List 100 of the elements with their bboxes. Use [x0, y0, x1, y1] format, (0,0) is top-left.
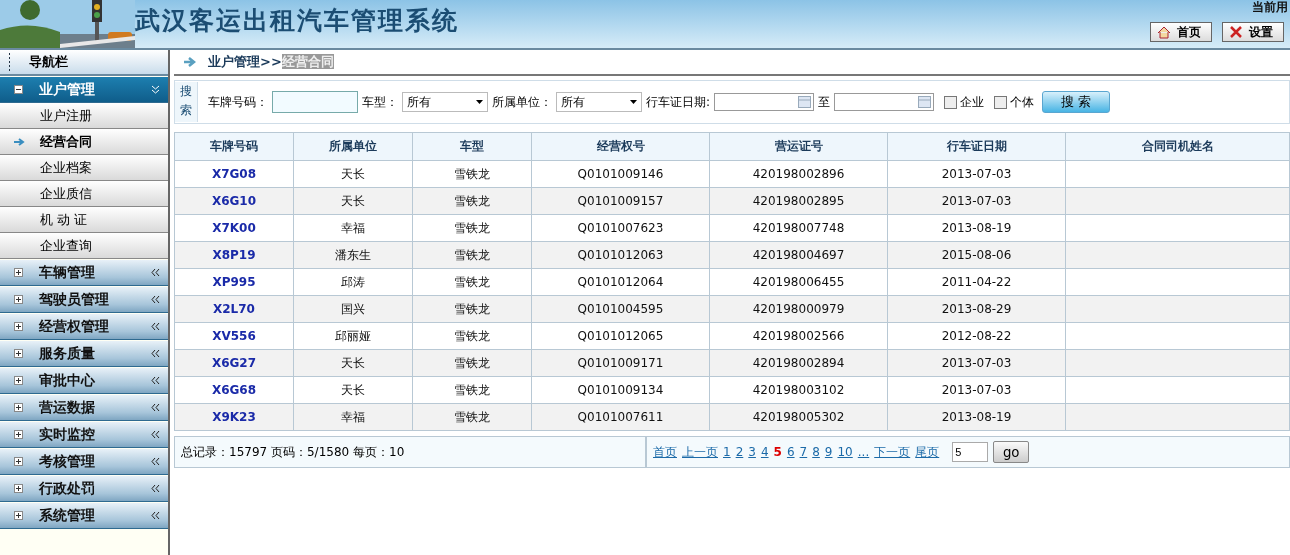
- page-link[interactable]: 1: [723, 445, 731, 459]
- checkbox[interactable]: [994, 95, 1008, 109]
- table-cell: 2013-07-03: [887, 187, 1066, 215]
- table-cell: 雪铁龙: [412, 322, 532, 350]
- page-link[interactable]: 上一页: [682, 443, 718, 461]
- nav-group[interactable]: 系统管理: [0, 503, 168, 529]
- table-cell[interactable]: X9K23: [174, 403, 294, 431]
- table-cell: 雪铁龙: [412, 241, 532, 269]
- chevron-left-icon: [151, 295, 160, 304]
- table-cell[interactable]: X6G10: [174, 187, 294, 215]
- table-cell: 雪铁龙: [412, 160, 532, 188]
- home-button[interactable]: 首页: [1150, 22, 1212, 42]
- column-header: 合同司机姓名: [1065, 132, 1290, 161]
- table-cell[interactable]: X7G08: [174, 160, 294, 188]
- table-cell: 420198007748: [709, 214, 888, 242]
- chevron-left-icon: [151, 349, 160, 358]
- nav-group[interactable]: 行政处罚: [0, 476, 168, 502]
- column-header: 所属单位: [293, 132, 413, 161]
- settings-button[interactable]: 设置: [1222, 22, 1284, 42]
- table-cell: 2013-08-19: [887, 214, 1066, 242]
- table-cell: 幸福: [293, 214, 413, 242]
- table-cell[interactable]: X6G68: [174, 376, 294, 404]
- table-cell[interactable]: X8P19: [174, 241, 294, 269]
- nav-item[interactable]: 经营合同: [0, 129, 168, 155]
- table-cell: 国兴: [293, 295, 413, 323]
- nav-group[interactable]: 业户管理: [0, 77, 168, 103]
- checkbox[interactable]: [944, 95, 958, 109]
- nav-group[interactable]: 服务质量: [0, 341, 168, 367]
- table-cell[interactable]: X7K00: [174, 214, 294, 242]
- table-cell: Q0101007623: [531, 214, 710, 242]
- chevron-left-icon: [151, 376, 160, 385]
- search-button[interactable]: 搜 索: [1042, 91, 1111, 113]
- nav-item[interactable]: 机 动 证: [0, 207, 168, 233]
- page-link[interactable]: 2: [735, 445, 744, 459]
- app-title: 武汉客运出租汽车管理系统: [135, 5, 459, 37]
- nav-item[interactable]: 企业质信: [0, 181, 168, 207]
- nav-group[interactable]: 实时监控: [0, 422, 168, 448]
- table-cell: 雪铁龙: [412, 268, 532, 296]
- table-cell: Q0101012065: [531, 322, 710, 350]
- minus-icon: [14, 85, 23, 94]
- nav-group[interactable]: 审批中心: [0, 368, 168, 394]
- table-cell: 420198006455: [709, 268, 888, 296]
- table-cell: 2013-07-03: [887, 160, 1066, 188]
- date-field[interactable]: [714, 93, 815, 111]
- field-label: 所属单位：: [492, 93, 552, 111]
- column-header: 行车证日期: [887, 132, 1066, 161]
- page-link[interactable]: 尾页: [915, 443, 940, 461]
- table-cell: 2013-08-29: [887, 295, 1066, 323]
- go-button[interactable]: go: [993, 441, 1030, 463]
- checkbox-label: 个体: [1010, 93, 1035, 111]
- nav-group[interactable]: 车辆管理: [0, 260, 168, 286]
- table-cell: 雪铁龙: [412, 376, 532, 404]
- column-header: 经营权号: [531, 132, 710, 161]
- table-cell[interactable]: X2L70: [174, 295, 294, 323]
- type-select[interactable]: 所有: [402, 92, 488, 112]
- nav-item[interactable]: 企业档案: [0, 155, 168, 181]
- page-link[interactable]: 8: [812, 445, 820, 459]
- unit-select[interactable]: 所有: [556, 92, 642, 112]
- chevron-left-icon: [151, 430, 160, 439]
- page-link[interactable]: 9: [824, 445, 833, 459]
- plus-icon: [14, 322, 23, 331]
- nav-group[interactable]: 驾驶员管理: [0, 287, 168, 313]
- date-field[interactable]: [834, 93, 935, 111]
- page-input[interactable]: 5: [952, 442, 989, 462]
- plate-input[interactable]: [272, 91, 358, 113]
- page-link[interactable]: 7: [799, 445, 808, 459]
- table-cell: Q0101012063: [531, 241, 710, 269]
- page-link[interactable]: 首页: [653, 443, 677, 461]
- page-link[interactable]: 6: [786, 445, 795, 459]
- nav-item[interactable]: 业户注册: [0, 103, 168, 129]
- nav-group[interactable]: 经营权管理: [0, 314, 168, 340]
- page-link[interactable]: 3: [748, 445, 756, 459]
- house-icon: [1157, 25, 1171, 39]
- table-cell: 2015-08-06: [887, 241, 1066, 269]
- chevron-left-icon: [151, 322, 160, 331]
- table-cell: 邱涛: [293, 268, 413, 296]
- plus-icon: [14, 295, 23, 304]
- page-link[interactable]: ...: [857, 445, 870, 459]
- page-link[interactable]: 5: [773, 445, 782, 459]
- nav-item[interactable]: 企业查询: [0, 233, 168, 259]
- table-cell[interactable]: XV556: [174, 322, 294, 350]
- table-cell: 雪铁龙: [412, 349, 532, 377]
- table-cell: 雪铁龙: [412, 295, 532, 323]
- table-cell: 天长: [293, 160, 413, 188]
- nav-group[interactable]: 营运数据: [0, 395, 168, 421]
- nav-group[interactable]: 考核管理: [0, 449, 168, 475]
- nav-header: 导航栏: [0, 50, 168, 76]
- table-cell: 420198002566: [709, 322, 888, 350]
- table-cell: Q0101009134: [531, 376, 710, 404]
- table-cell[interactable]: X6G27: [174, 349, 294, 377]
- plus-icon: [14, 403, 23, 412]
- plus-icon: [14, 484, 23, 493]
- table-cell[interactable]: XP995: [174, 268, 294, 296]
- field-label: 车型：: [362, 93, 398, 111]
- chevron-left-icon: [151, 457, 160, 466]
- table-cell: 2013-07-03: [887, 376, 1066, 404]
- page-link[interactable]: 4: [760, 445, 769, 459]
- page-link[interactable]: 10: [837, 445, 853, 459]
- plus-icon: [14, 511, 23, 520]
- page-link[interactable]: 下一页: [874, 443, 911, 461]
